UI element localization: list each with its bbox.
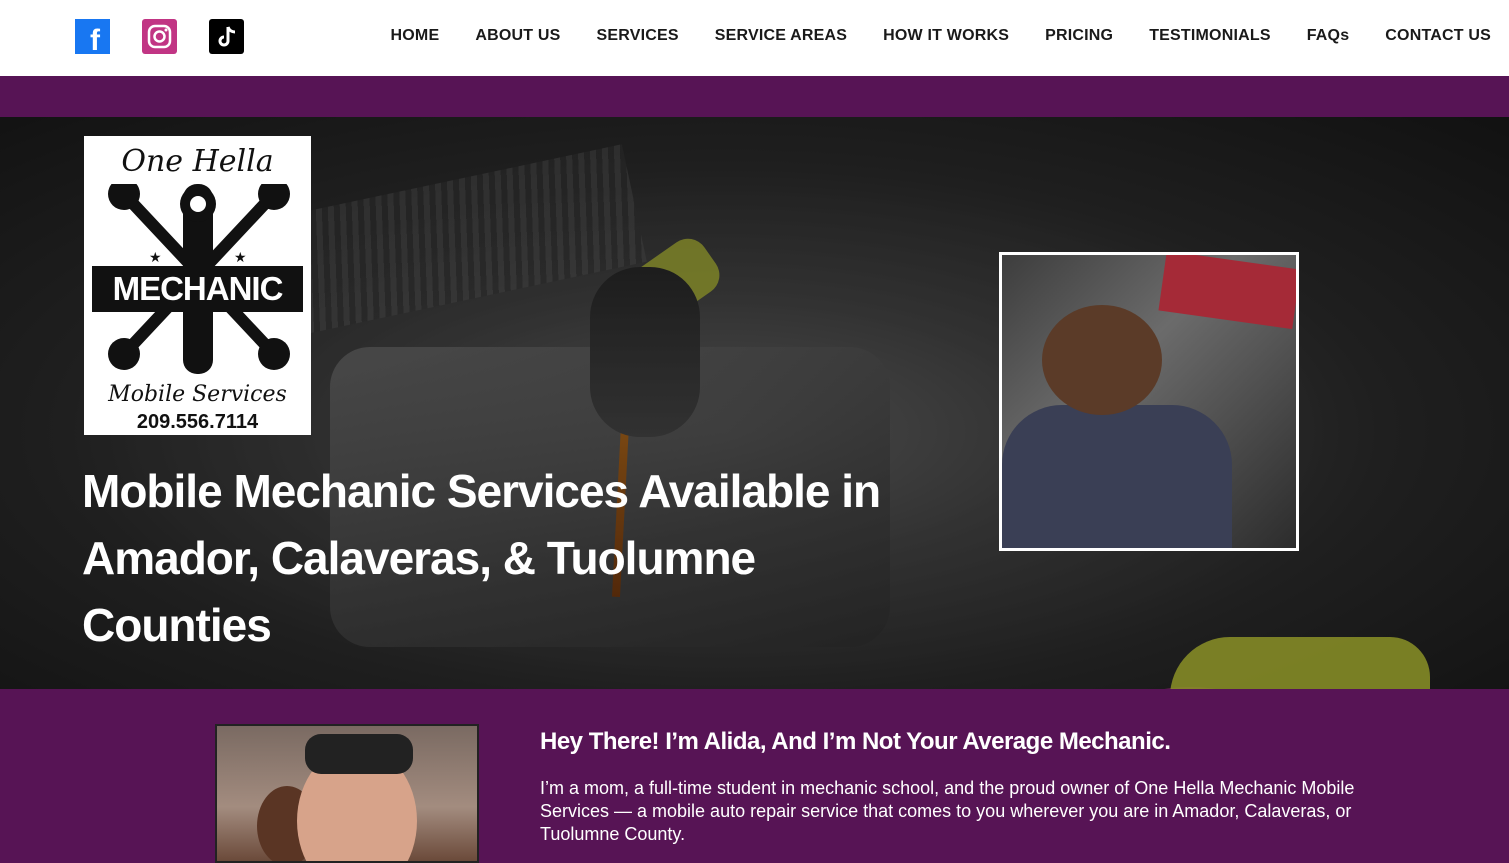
- main-nav: HOME ABOUT US SERVICES SERVICE AREAS HOW…: [391, 0, 1491, 72]
- photo-shirt: [1002, 405, 1232, 548]
- about-body: I’m a mom, a full-time student in mechan…: [540, 778, 1355, 844]
- nav-testimonials[interactable]: TESTIMONIALS: [1149, 27, 1271, 45]
- facebook-icon[interactable]: f: [75, 19, 110, 54]
- photo-red-cover: [1158, 255, 1296, 330]
- photo-head: [1042, 305, 1162, 415]
- nav-pricing[interactable]: PRICING: [1045, 27, 1113, 45]
- svg-text:★: ★: [149, 249, 162, 265]
- instagram-icon[interactable]: [142, 19, 177, 54]
- logo-line-three: Mobile Services: [108, 382, 287, 407]
- logo-ribbon: MECHANIC: [92, 266, 303, 312]
- mechanic-working-photo: [999, 252, 1299, 551]
- nav-services[interactable]: SERVICES: [597, 27, 679, 45]
- logo-phone: 209.556.7114: [136, 411, 259, 433]
- company-logo[interactable]: One Hella ★ ★ MECHANIC Mobile Services 2…: [84, 136, 311, 435]
- hero-heading: Mobile Mechanic Services Available in Am…: [82, 465, 881, 651]
- tiktok-icon[interactable]: [209, 19, 244, 54]
- nav-how-it-works[interactable]: HOW IT WORKS: [883, 27, 1009, 45]
- nav-faqs[interactable]: FAQs: [1307, 27, 1350, 45]
- nav-service-areas[interactable]: SERVICE AREAS: [715, 27, 847, 45]
- nav-about-us[interactable]: ABOUT US: [475, 27, 560, 45]
- header-divider-band: [0, 76, 1509, 117]
- svg-text:★: ★: [234, 249, 247, 265]
- nav-home[interactable]: HOME: [391, 27, 440, 45]
- nav-contact-us[interactable]: CONTACT US: [1385, 27, 1491, 45]
- svg-text:f: f: [90, 24, 101, 54]
- site-header: f HOME ABOUT US SERVICES SERVICE AREAS H…: [0, 0, 1509, 76]
- logo-line-one: One Hella: [121, 144, 274, 179]
- about-heading: Hey There! I’m Alida, And I’m Not Your A…: [540, 728, 1171, 755]
